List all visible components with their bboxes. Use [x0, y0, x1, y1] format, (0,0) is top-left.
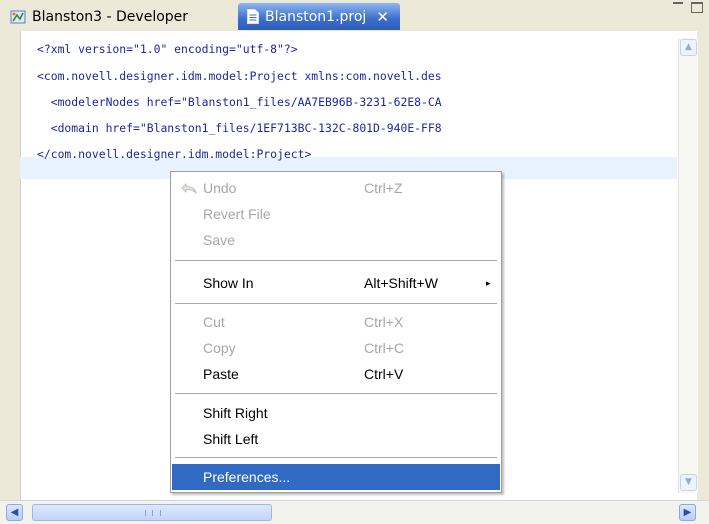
scroll-left-button[interactable]: ◀ [6, 504, 23, 521]
undo-icon [181, 183, 197, 194]
menu-item-shortcut: Ctrl+Z [364, 180, 403, 196]
menu-item-shortcut: Ctrl+X [364, 314, 404, 330]
minimize-icon[interactable] [673, 2, 683, 12]
tab-label: Blanston1.proj [265, 8, 367, 25]
horizontal-scroll-thumb[interactable] [32, 504, 272, 521]
menu-item-label: Show In [203, 275, 254, 291]
menu-item-label: Save [203, 232, 235, 248]
horizontal-scrollbar[interactable]: ◀ ▶ [0, 500, 709, 524]
editor-left-gutter [0, 31, 20, 503]
menu-item-shortcut: Alt+Shift+W [364, 275, 438, 291]
menu-item-shift-right[interactable]: Shift Right [172, 400, 500, 426]
menu-separator [175, 457, 497, 458]
menu-item-label: Undo [203, 180, 237, 196]
code-line[interactable]: <domain href="Blanston1_files/1EF713BC-1… [37, 117, 442, 139]
file-icon [247, 9, 259, 24]
maximize-icon[interactable] [691, 2, 703, 13]
menu-item-shift-left[interactable]: Shift Left [172, 426, 500, 452]
menu-item-cut[interactable]: Cut Ctrl+X [172, 309, 500, 335]
tab-blanston3-developer[interactable]: Blanston3 - Developer [4, 3, 236, 30]
menu-item-label: Shift Left [203, 431, 259, 447]
menu-item-paste[interactable]: Paste Ctrl+V [172, 361, 500, 387]
view-controls [673, 2, 703, 13]
menu-item-label: Revert File [203, 206, 271, 222]
menu-separator [175, 260, 497, 261]
context-menu: Undo Ctrl+Z Revert File Save Show In Alt… [170, 171, 502, 493]
code-line[interactable]: </com.novell.designer.idm.model:Project> [37, 143, 311, 165]
code-line[interactable]: <modelerNodes href="Blanston1_files/AA7E… [37, 91, 442, 113]
menu-separator [175, 393, 497, 394]
tab-blanston1-proj[interactable]: Blanston1.proj ✕ [238, 3, 400, 30]
menu-item-copy[interactable]: Copy Ctrl+C [172, 335, 500, 361]
menu-item-save[interactable]: Save [172, 227, 500, 253]
menu-item-preferences[interactable]: Preferences... [172, 464, 500, 490]
menu-item-shortcut: Ctrl+V [364, 366, 404, 382]
code-line[interactable]: <com.novell.designer.idm.model:Project x… [37, 65, 442, 87]
menu-item-undo[interactable]: Undo Ctrl+Z [172, 175, 500, 201]
menu-separator [175, 303, 497, 304]
code-line[interactable]: <?xml version="1.0" encoding="utf-8"?> [37, 38, 298, 60]
scroll-down-button[interactable]: ▼ [680, 474, 697, 491]
menu-item-label: Copy [203, 340, 236, 356]
menu-item-show-in[interactable]: Show In Alt+Shift+W ▸ [172, 270, 500, 296]
menu-item-label: Preferences... [203, 469, 291, 485]
menu-item-label: Shift Right [203, 405, 268, 421]
menu-item-label: Paste [203, 366, 239, 382]
close-tab-icon[interactable]: ✕ [376, 8, 389, 26]
tab-label: Blanston3 - Developer [32, 8, 189, 25]
scroll-up-button[interactable]: ▲ [680, 39, 697, 56]
editor-right-gutter [697, 31, 709, 523]
menu-item-shortcut: Ctrl+C [364, 340, 405, 356]
scroll-right-button[interactable]: ▶ [679, 504, 696, 521]
submenu-arrow-icon: ▸ [486, 278, 491, 288]
editor-tab-bar: Blanston3 - Developer Blanston1.proj ✕ [0, 0, 709, 31]
menu-item-revert-file[interactable]: Revert File [172, 201, 500, 227]
menu-item-label: Cut [203, 314, 225, 330]
vertical-scrollbar[interactable]: ▲ ▼ [678, 38, 698, 493]
perspective-icon [10, 10, 26, 23]
